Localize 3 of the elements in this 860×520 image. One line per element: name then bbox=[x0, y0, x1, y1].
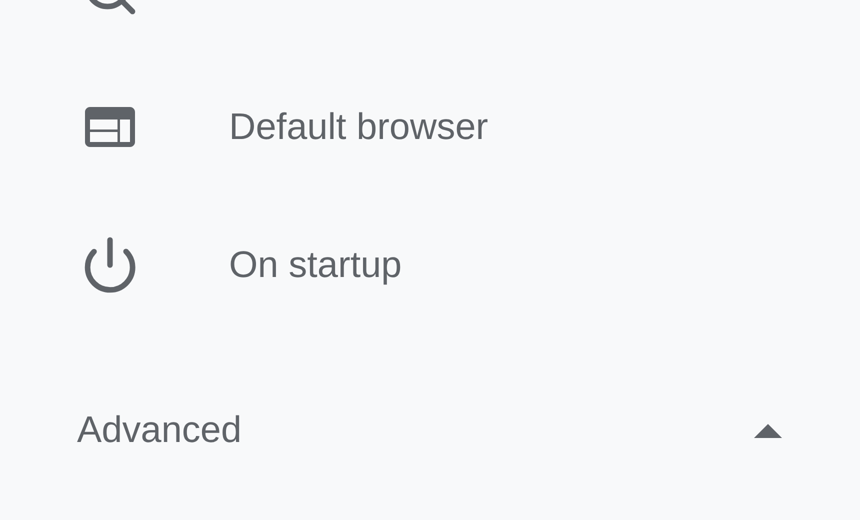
menu-item[interactable]: On startup bbox=[229, 244, 402, 286]
menu-item[interactable]: Default browser bbox=[229, 106, 488, 148]
advanced-toggle[interactable]: Advanced bbox=[77, 409, 242, 451]
